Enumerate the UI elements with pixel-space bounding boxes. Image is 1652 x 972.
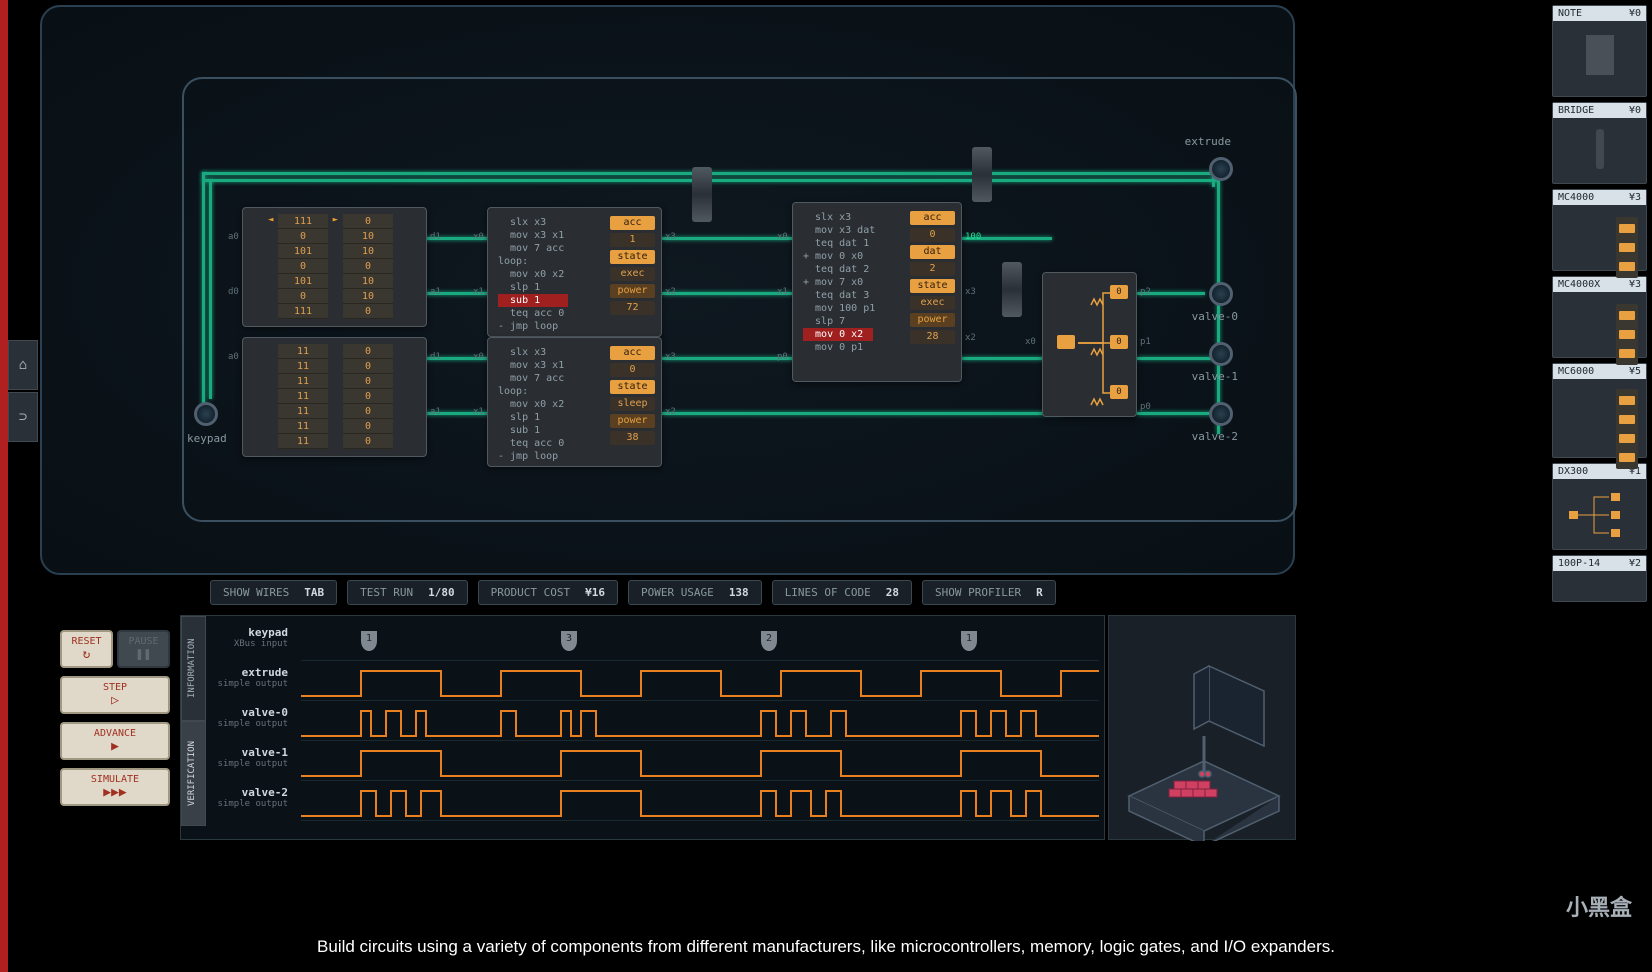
step-button[interactable]: STEP▷ [60, 676, 170, 714]
rom-chip-1[interactable]: ◄► 111010101010111 01010010100 [242, 207, 427, 327]
verification-tab[interactable]: VERIFICATION [181, 721, 206, 826]
power-stat: POWER USAGE138 [628, 580, 762, 605]
parts-panel: NOTE¥0 BRIDGE¥0 MC4000¥3 MC4000X¥3 MC600… [1552, 5, 1647, 845]
show-profiler-button[interactable]: SHOW PROFILERR [922, 580, 1056, 605]
valve2-label: valve-2 [1192, 430, 1238, 443]
keypad-label: keypad [187, 432, 227, 445]
valve2-port [1209, 402, 1233, 426]
part-mc4000x[interactable]: MC4000X¥3 [1552, 276, 1647, 358]
valve1-label: valve-1 [1192, 370, 1238, 383]
mc2-code: slx x3 mov x3 x1 mov 7 acc loop: mov x0 … [498, 346, 564, 463]
rom2-col2: 0000000 [343, 344, 393, 449]
pause-button[interactable]: PAUSE❚❚ [117, 630, 170, 668]
loc-stat: LINES OF CODE28 [772, 580, 912, 605]
part-bridge[interactable]: BRIDGE¥0 [1552, 102, 1647, 184]
advance-button[interactable]: ADVANCE▶ [60, 722, 170, 760]
mc-chip-3[interactable]: slx x3 mov x3 dat teq dat 1 + mov 0 x0 t… [792, 202, 962, 382]
keypad-port [194, 402, 218, 426]
extrude-label: extrude [1185, 135, 1231, 148]
dx-chip[interactable]: 0 0 0 [1042, 272, 1137, 417]
mc3-code: slx x3 mov x3 dat teq dat 1 + mov 0 x0 t… [803, 211, 875, 354]
back-tab[interactable]: ⊃ [8, 392, 38, 442]
simulate-button[interactable]: SIMULATE▶▶▶ [60, 768, 170, 806]
caption: Build circuits using a variety of compon… [0, 937, 1652, 957]
rom2-col1: 11111111111111 [278, 344, 328, 449]
extrude-port [1209, 157, 1233, 181]
info-tab[interactable]: INFORMATION [181, 616, 206, 721]
reset-button[interactable]: RESET↻ [60, 630, 113, 668]
show-wires-button[interactable]: SHOW WIRESTAB [210, 580, 337, 605]
part-mc4000[interactable]: MC4000¥3 [1552, 189, 1647, 271]
circuit-board[interactable]: extrude keypad valve-0 valve-1 valve-2 ◄… [40, 5, 1295, 575]
valve1-port [1209, 342, 1233, 366]
test-run-stat: TEST RUN1/80 [347, 580, 467, 605]
cost-stat: PRODUCT COST¥16 [478, 580, 618, 605]
rom1-col1: 111010101010111 [278, 214, 328, 319]
sim-controls: RESET↻ PAUSE❚❚ STEP▷ ADVANCE▶ SIMULATE▶▶… [60, 630, 170, 814]
rom-chip-2[interactable]: 11111111111111 0000000 [242, 337, 427, 457]
preview-3d [1108, 615, 1296, 840]
part-mc6000[interactable]: MC6000¥5 [1552, 363, 1647, 458]
status-bar: SHOW WIRESTAB TEST RUN1/80 PRODUCT COST¥… [210, 580, 1150, 605]
part-note[interactable]: NOTE¥0 [1552, 5, 1647, 97]
part-dx300[interactable]: DX300¥1 [1552, 463, 1647, 550]
mc-chip-2[interactable]: slx x3 mov x3 x1 mov 7 acc loop: mov x0 … [487, 337, 662, 467]
watermark: 小黑盒 [1566, 890, 1632, 922]
mc1-code: slx x3 mov x3 x1 mov 7 acc loop: mov x0 … [498, 216, 568, 333]
mc-chip-1[interactable]: slx x3 mov x3 x1 mov 7 acc loop: mov x0 … [487, 207, 662, 337]
verification-panel: INFORMATION VERIFICATION keypadXBus inpu… [180, 615, 1105, 840]
valve0-port [1209, 282, 1233, 306]
valve0-label: valve-0 [1192, 310, 1238, 323]
rom1-col2: 01010010100 [343, 214, 393, 319]
part-100p14[interactable]: 100P-14¥2 [1552, 555, 1647, 602]
home-tab[interactable]: ⌂ [8, 340, 38, 390]
